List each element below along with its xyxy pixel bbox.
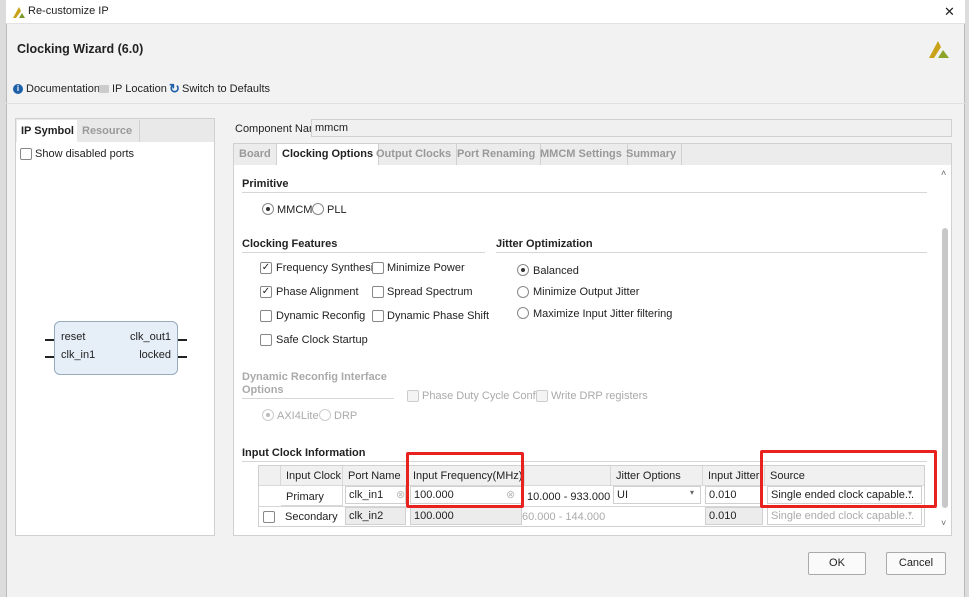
safe-clock-startup-label: Safe Clock Startup bbox=[276, 334, 368, 346]
primary-range: 10.000 - 933.000 bbox=[527, 491, 611, 503]
col-input-jitter: Input Jitter bbox=[703, 466, 765, 486]
spread-spectrum-checkbox[interactable] bbox=[372, 286, 384, 298]
balanced-radio[interactable] bbox=[517, 264, 529, 276]
dynamic-reconfig-checkbox[interactable] bbox=[260, 310, 272, 322]
page-title: Clocking Wizard (6.0) bbox=[17, 42, 144, 56]
vertical-scrollbar[interactable]: ˄ ˅ bbox=[939, 168, 951, 534]
mmcm-label: MMCM bbox=[277, 204, 313, 216]
minimize-power-label: Minimize Power bbox=[387, 262, 465, 274]
port-clk-in1: clk_in1 bbox=[61, 349, 96, 361]
refresh-icon: ↻ bbox=[169, 81, 180, 96]
secondary-source-select[interactable]: Single ended clock capable... bbox=[767, 507, 922, 525]
pll-label: PLL bbox=[327, 204, 347, 216]
xilinx-logo-icon bbox=[929, 41, 949, 58]
close-icon[interactable]: ✕ bbox=[944, 4, 955, 20]
col-jitter-options: Jitter Options bbox=[611, 466, 703, 486]
col-range bbox=[525, 466, 611, 486]
write-drp-checkbox[interactable] bbox=[536, 390, 548, 402]
show-disabled-ports-checkbox[interactable] bbox=[20, 148, 32, 160]
phase-alignment-checkbox[interactable]: ✓ bbox=[260, 286, 272, 298]
scrollbar-thumb[interactable] bbox=[942, 228, 948, 508]
tab-resource[interactable]: Resource bbox=[78, 120, 140, 142]
safe-clock-startup-checkbox[interactable] bbox=[260, 334, 272, 346]
ip-symbol-panel: IP Symbol Resource Show disabled ports r… bbox=[15, 118, 215, 536]
secondary-enable-checkbox[interactable] bbox=[263, 511, 275, 523]
col-port-name: Port Name bbox=[343, 466, 408, 486]
balanced-label: Balanced bbox=[533, 265, 579, 277]
dropdown-arrow-icon: ▾ bbox=[908, 509, 913, 518]
secondary-range: 60.000 - 144.000 bbox=[522, 511, 606, 523]
drp-radio[interactable] bbox=[319, 409, 331, 421]
ok-button[interactable]: OK bbox=[808, 552, 866, 575]
secondary-port-name-input[interactable]: clk_in2 bbox=[345, 507, 406, 525]
frequency-synthesis-label: Frequency Synthesis bbox=[276, 262, 379, 274]
minimize-output-jitter-label: Minimize Output Jitter bbox=[533, 286, 640, 298]
frequency-synthesis-checkbox[interactable]: ✓ bbox=[260, 262, 272, 274]
minimize-output-jitter-radio[interactable] bbox=[517, 286, 529, 298]
documentation-label: Documentation bbox=[26, 83, 100, 95]
port-locked: locked bbox=[139, 349, 171, 361]
info-icon: i bbox=[13, 84, 23, 94]
clear-icon[interactable]: ⊗ bbox=[396, 488, 405, 501]
tab-clocking-options[interactable]: Clocking Options bbox=[277, 144, 380, 165]
tab-mmcm-settings[interactable]: MMCM Settings bbox=[535, 144, 628, 165]
phase-alignment-label: Phase Alignment bbox=[276, 286, 359, 298]
title-bar: Re-customize IP ✕ bbox=[6, 0, 965, 24]
component-name-input[interactable]: mmcm bbox=[311, 119, 952, 137]
ip-symbol-block: reset clk_in1 clk_out1 locked bbox=[54, 321, 178, 375]
dynamic-reconfig-heading-2: Options bbox=[242, 384, 284, 396]
axi4lite-radio[interactable] bbox=[262, 409, 274, 421]
dynamic-phase-shift-checkbox[interactable] bbox=[372, 310, 384, 322]
primary-clock-label: Primary bbox=[281, 486, 343, 506]
input-clock-heading: Input Clock Information bbox=[242, 447, 366, 459]
dynamic-reconfig-label: Dynamic Reconfig bbox=[276, 310, 366, 322]
phase-duty-cycle-checkbox[interactable] bbox=[407, 390, 419, 402]
tab-summary[interactable]: Summary bbox=[621, 144, 683, 165]
window-title: Re-customize IP bbox=[28, 5, 109, 17]
col-input-clock: Input Clock bbox=[281, 466, 343, 486]
tab-ip-symbol[interactable]: IP Symbol bbox=[17, 120, 77, 142]
cancel-button[interactable]: Cancel bbox=[886, 552, 946, 575]
folder-icon bbox=[99, 85, 109, 93]
dynamic-reconfig-heading: Dynamic Reconfig Interface bbox=[242, 371, 387, 383]
show-disabled-ports-label: Show disabled ports bbox=[35, 148, 135, 160]
minimize-power-checkbox[interactable] bbox=[372, 262, 384, 274]
highlight-source-box bbox=[760, 450, 937, 508]
primitive-heading: Primitive bbox=[242, 178, 289, 190]
highlight-frequency-box bbox=[406, 452, 524, 508]
maximize-input-jitter-label: Maximize Input Jitter filtering bbox=[533, 308, 673, 320]
axi4lite-label: AXI4Lite bbox=[277, 410, 319, 422]
port-clk-out1: clk_out1 bbox=[130, 331, 171, 343]
dynamic-phase-shift-label: Dynamic Phase Shift bbox=[387, 310, 490, 322]
dropdown-arrow-icon: ▾ bbox=[690, 488, 695, 497]
tab-board[interactable]: Board bbox=[234, 144, 277, 165]
tab-output-clocks[interactable]: Output Clocks bbox=[371, 144, 458, 165]
maximize-input-jitter-radio[interactable] bbox=[517, 307, 529, 319]
write-drp-label: Write DRP registers bbox=[551, 390, 648, 402]
primary-input-jitter-input[interactable]: 0.010 bbox=[705, 486, 763, 504]
secondary-input-jitter-input[interactable]: 0.010 bbox=[705, 507, 763, 525]
clocking-features-heading: Clocking Features bbox=[242, 238, 338, 250]
phase-duty-cycle-label: Phase Duty Cycle Config bbox=[422, 390, 545, 402]
ip-location-label: IP Location bbox=[112, 83, 167, 95]
mmcm-radio[interactable] bbox=[262, 203, 274, 215]
jitter-optimization-heading: Jitter Optimization bbox=[496, 238, 593, 250]
pll-radio[interactable] bbox=[312, 203, 324, 215]
tab-port-renaming[interactable]: Port Renaming bbox=[452, 144, 542, 165]
drp-label: DRP bbox=[334, 410, 358, 422]
switch-defaults-label: Switch to Defaults bbox=[182, 83, 271, 95]
secondary-clock-label: Secondary bbox=[285, 511, 338, 523]
spread-spectrum-label: Spread Spectrum bbox=[387, 286, 473, 298]
port-reset: reset bbox=[61, 331, 86, 343]
vivado-logo-icon bbox=[13, 7, 25, 18]
secondary-frequency-input[interactable]: 100.000 bbox=[410, 507, 522, 525]
primary-jitter-options-select[interactable]: UI bbox=[613, 486, 701, 504]
